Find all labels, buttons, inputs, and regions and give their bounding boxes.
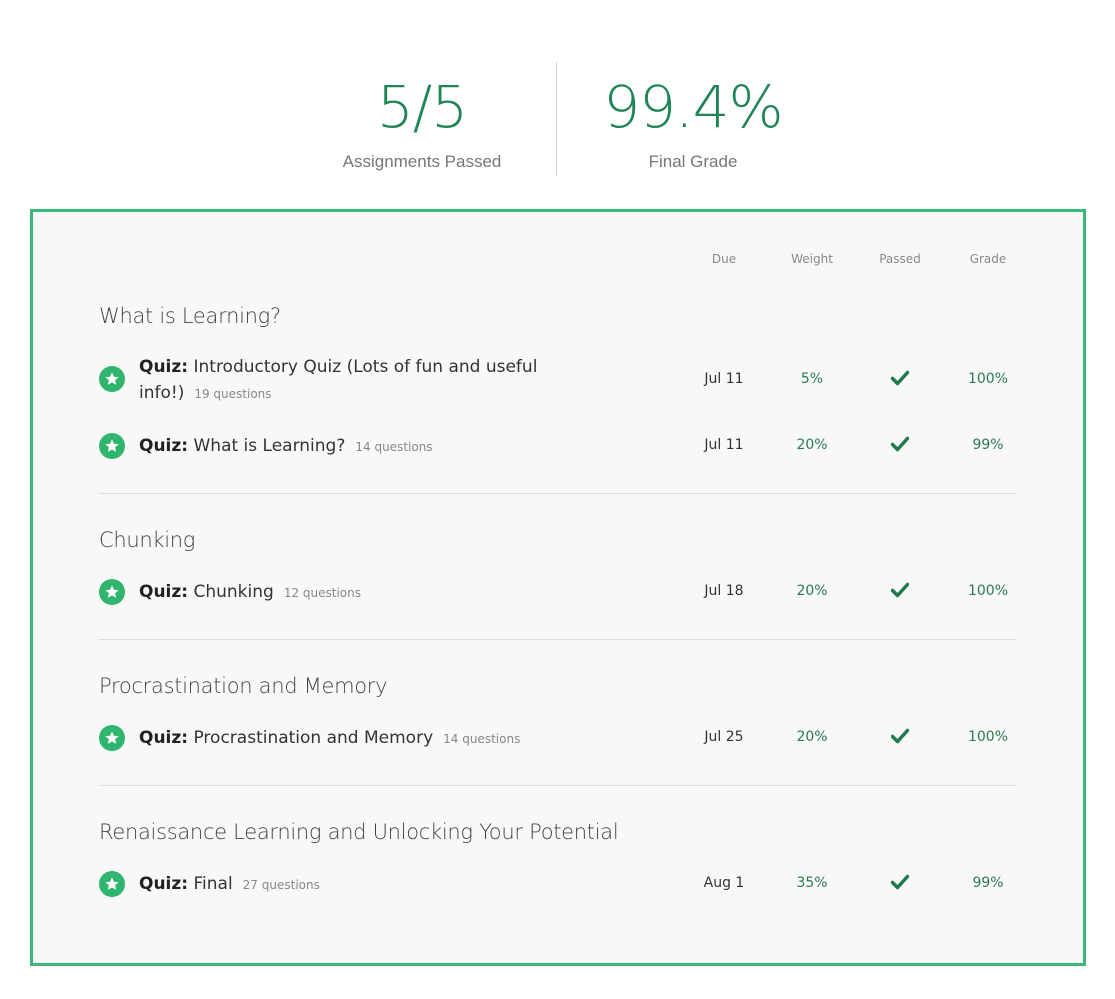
due-date: Jul 18 [704, 583, 744, 599]
assignment-name-continued: info!) [139, 383, 185, 403]
question-count: 14 questions [355, 440, 433, 454]
weight: 20% [796, 583, 828, 599]
weight: 35% [796, 875, 828, 891]
assignment-name: Introductory Quiz (Lots of fun and usefu… [193, 357, 538, 377]
final-grade-value: 99.4% [603, 73, 783, 141]
section-title-procrastination-memory: Procrastination and Memory [99, 674, 388, 698]
assignments-panel: Due Weight Passed Grade What is Learning… [30, 209, 1086, 966]
assignment-name: What is Learning? [193, 436, 346, 456]
section-title-what-is-learning: What is Learning? [99, 304, 281, 328]
question-count: 27 questions [242, 878, 320, 892]
summary-divider [556, 62, 557, 176]
assignments-passed-stat: 5/5 Assignments Passed [322, 62, 522, 172]
star-icon [99, 366, 125, 392]
section-title-renaissance-learning: Renaissance Learning and Unlocking Your … [99, 820, 619, 844]
weight: 20% [796, 437, 828, 453]
assignment-title[interactable]: Quiz: Introductory Quiz (Lots of fun and… [139, 354, 537, 407]
assignment-name: Procrastination and Memory [193, 728, 434, 748]
assignment-prefix: Quiz: [139, 436, 189, 456]
assignment-row[interactable]: Quiz: Final 27 questions Aug 1 35% 99% [99, 870, 1019, 900]
assignment-prefix: Quiz: [139, 874, 189, 894]
assignment-title[interactable]: Quiz: Procrastination and Memory 14 quest… [139, 725, 520, 752]
assignment-name: Final [193, 874, 233, 894]
grade: 99% [972, 875, 1004, 891]
due-date: Jul 11 [704, 371, 744, 387]
final-grade-stat: 99.4% Final Grade [583, 62, 803, 172]
section-divider [99, 639, 1017, 640]
grade-summary: 5/5 Assignments Passed 99.4% Final Grade [0, 62, 1115, 176]
assignments-passed-value: 5/5 [376, 73, 468, 141]
section-divider [99, 785, 1017, 786]
column-header-due: Due [711, 252, 737, 266]
assignment-row[interactable]: Quiz: Procrastination and Memory 14 quest… [99, 724, 1019, 754]
grade: 100% [967, 371, 1009, 387]
grade: 100% [967, 729, 1009, 745]
grade: 100% [967, 583, 1009, 599]
assignment-row[interactable]: Quiz: What is Learning? 14 questions Jul … [99, 432, 1019, 462]
weight: 20% [796, 729, 828, 745]
due-date: Jul 11 [704, 437, 744, 453]
check-icon [860, 874, 940, 894]
question-count: 12 questions [283, 586, 361, 600]
column-header-weight: Weight [791, 252, 833, 266]
star-icon [99, 579, 125, 605]
assignment-name: Chunking [193, 582, 274, 602]
grade: 99% [972, 437, 1004, 453]
section-divider [99, 493, 1017, 494]
assignment-row[interactable]: Quiz: Introductory Quiz (Lots of fun and… [99, 354, 1019, 410]
column-header-grade: Grade [969, 252, 1007, 266]
column-header-passed: Passed [879, 252, 921, 266]
final-grade-label: Final Grade [648, 152, 738, 171]
assignment-prefix: Quiz: [139, 728, 189, 748]
check-icon [860, 436, 940, 456]
weight: 5% [800, 371, 824, 387]
question-count: 19 questions [194, 387, 272, 401]
star-icon [99, 433, 125, 459]
star-icon [99, 871, 125, 897]
check-icon [860, 582, 940, 602]
due-date: Aug 1 [703, 875, 745, 891]
check-icon [860, 370, 940, 390]
check-icon [860, 728, 940, 748]
section-title-chunking: Chunking [99, 528, 196, 552]
assignment-title[interactable]: Quiz: What is Learning? 14 questions [139, 433, 433, 460]
assignment-row[interactable]: Quiz: Chunking 12 questions Jul 18 20% 10… [99, 578, 1019, 608]
due-date: Jul 25 [704, 729, 744, 745]
assignments-passed-label: Assignments Passed [342, 152, 502, 171]
assignment-title[interactable]: Quiz: Chunking 12 questions [139, 579, 361, 606]
star-icon [99, 725, 125, 751]
assignment-prefix: Quiz: [139, 582, 189, 602]
assignment-title[interactable]: Quiz: Final 27 questions [139, 871, 320, 898]
question-count: 14 questions [443, 732, 521, 746]
assignment-prefix: Quiz: [139, 357, 189, 377]
